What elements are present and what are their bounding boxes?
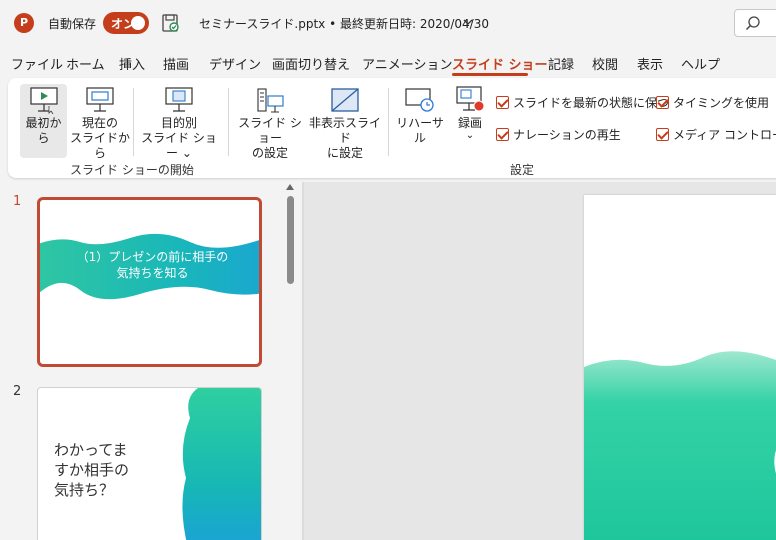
rehearse-timer-icon	[405, 88, 434, 112]
search-input[interactable]	[734, 9, 776, 37]
tab-help[interactable]: ヘルプ	[681, 54, 720, 73]
setup-show-icon	[257, 88, 284, 113]
custom-slideshow-button[interactable]: 目的別 スライド ショー ⌄	[138, 86, 220, 161]
record-icon	[456, 86, 485, 112]
rehearse-timings-button[interactable]: リハーサル	[392, 86, 448, 146]
tab-record[interactable]: 記録	[548, 54, 574, 73]
record-dropdown-icon[interactable]: ⌄	[450, 131, 490, 141]
checkbox-checked-icon	[496, 96, 509, 109]
setup-slideshow-button[interactable]: スライド ショー の設定	[234, 86, 306, 161]
use-timings-checkbox[interactable]: タイミングを使用	[656, 94, 769, 111]
tab-transitions[interactable]: 画面切り替え	[272, 54, 350, 73]
search-icon	[745, 16, 760, 31]
tab-animations[interactable]: アニメーション	[362, 54, 452, 73]
rehearse-label: リハーサル	[396, 116, 444, 145]
save-sync-icon[interactable]	[162, 13, 180, 33]
tab-file[interactable]: ファイル	[11, 54, 63, 73]
active-tab-indicator	[452, 73, 528, 76]
start-group-label: スライド ショーの開始	[70, 163, 194, 177]
play-narrations-label: ナレーションの再生	[513, 128, 621, 142]
ribbon-separator	[133, 88, 134, 156]
tab-view[interactable]: 表示	[637, 54, 663, 73]
setup-label-2: の設定	[251, 146, 288, 160]
record-label: 録画	[457, 116, 482, 130]
title-bar: P 自動保存 オン セミナースライド.pptx • 最終更新日時: 2020/0…	[0, 0, 776, 46]
setup-group-label: 設定	[510, 163, 535, 177]
checkbox-checked-icon	[496, 128, 509, 141]
tab-review[interactable]: 校閲	[592, 54, 618, 73]
tab-slideshow[interactable]: スライド ショー	[452, 54, 548, 73]
slide-number-1: 1	[13, 194, 22, 209]
main-slide[interactable]: （1	[584, 195, 776, 540]
ribbon-separator	[228, 88, 229, 156]
scroll-up-arrow-icon[interactable]	[286, 184, 294, 190]
from-current-label-1: 現在の	[81, 116, 118, 130]
hide-slide-label-1: 非表示スライド	[308, 116, 381, 145]
checkbox-checked-icon	[656, 128, 669, 141]
scrollbar-thumb[interactable]	[287, 196, 294, 284]
record-button[interactable]: 録画 ⌄	[450, 84, 490, 141]
from-beginning-label: 最初から	[25, 116, 62, 145]
powerpoint-logo-icon: P	[14, 13, 34, 33]
hide-slide-icon	[331, 88, 359, 112]
tab-design[interactable]: デザイン	[209, 54, 261, 73]
play-from-current-icon	[86, 87, 114, 112]
toggle-knob	[131, 16, 145, 30]
ribbon-tabs: ファイル ホーム 挿入 描画 デザイン 画面切り替え アニメーション スライド …	[0, 52, 776, 76]
thumbnail-1-title: （1）プレゼンの前に相手の 気持ちを知る	[76, 250, 229, 280]
media-controls-label: メディア コントロールの	[673, 128, 776, 142]
media-controls-checkbox[interactable]: メディア コントロールの	[656, 126, 776, 143]
autosave-toggle[interactable]: オン	[103, 12, 149, 34]
brush-band-graphic	[40, 233, 259, 300]
chevron-down-icon[interactable]	[463, 13, 473, 31]
custom-show-label-2: スライド ショー ⌄	[141, 131, 217, 160]
play-narrations-checkbox[interactable]: ナレーションの再生	[496, 126, 621, 143]
from-beginning-button[interactable]: 最初から	[20, 86, 67, 146]
custom-show-icon	[165, 87, 193, 112]
main-slide-title-partial: （1	[734, 417, 776, 501]
tab-insert[interactable]: 挿入	[119, 54, 145, 73]
custom-show-label-1: 目的別	[160, 116, 197, 130]
tab-draw[interactable]: 描画	[163, 54, 189, 73]
use-timings-label: タイミングを使用	[673, 96, 770, 110]
slide-thumbnail-1[interactable]: （1）プレゼンの前に相手の 気持ちを知る	[37, 197, 262, 367]
ribbon: 最初から 現在の スライドから 目的別 スライド ショー ⌄ スライド ショーの…	[8, 78, 776, 178]
setup-label-1: スライド ショー	[238, 116, 302, 145]
document-title[interactable]: セミナースライド.pptx • 最終更新日時: 2020/04/30	[199, 15, 489, 32]
slide-thumbnail-2[interactable]: わかってま すか相手の 気持ち？	[37, 387, 262, 540]
hide-slide-label-2: に設定	[326, 146, 363, 160]
from-current-label-2: スライドから	[69, 131, 130, 160]
hide-slide-button[interactable]: 非表示スライド に設定	[306, 86, 384, 161]
slide-number-2: 2	[13, 384, 22, 399]
thumbnail-2-text: わかってま すか相手の 気持ち？	[54, 441, 130, 499]
keep-updated-label: スライドを最新の状態に保つ	[513, 96, 670, 110]
keep-updated-checkbox[interactable]: スライドを最新の状態に保つ	[496, 94, 669, 111]
checkbox-checked-icon	[656, 96, 669, 109]
from-current-button[interactable]: 現在の スライドから	[68, 86, 132, 161]
tab-home[interactable]: ホーム	[66, 54, 105, 73]
autosave-label: 自動保存	[48, 17, 97, 31]
ribbon-separator	[388, 88, 389, 156]
play-from-start-icon	[29, 87, 58, 114]
